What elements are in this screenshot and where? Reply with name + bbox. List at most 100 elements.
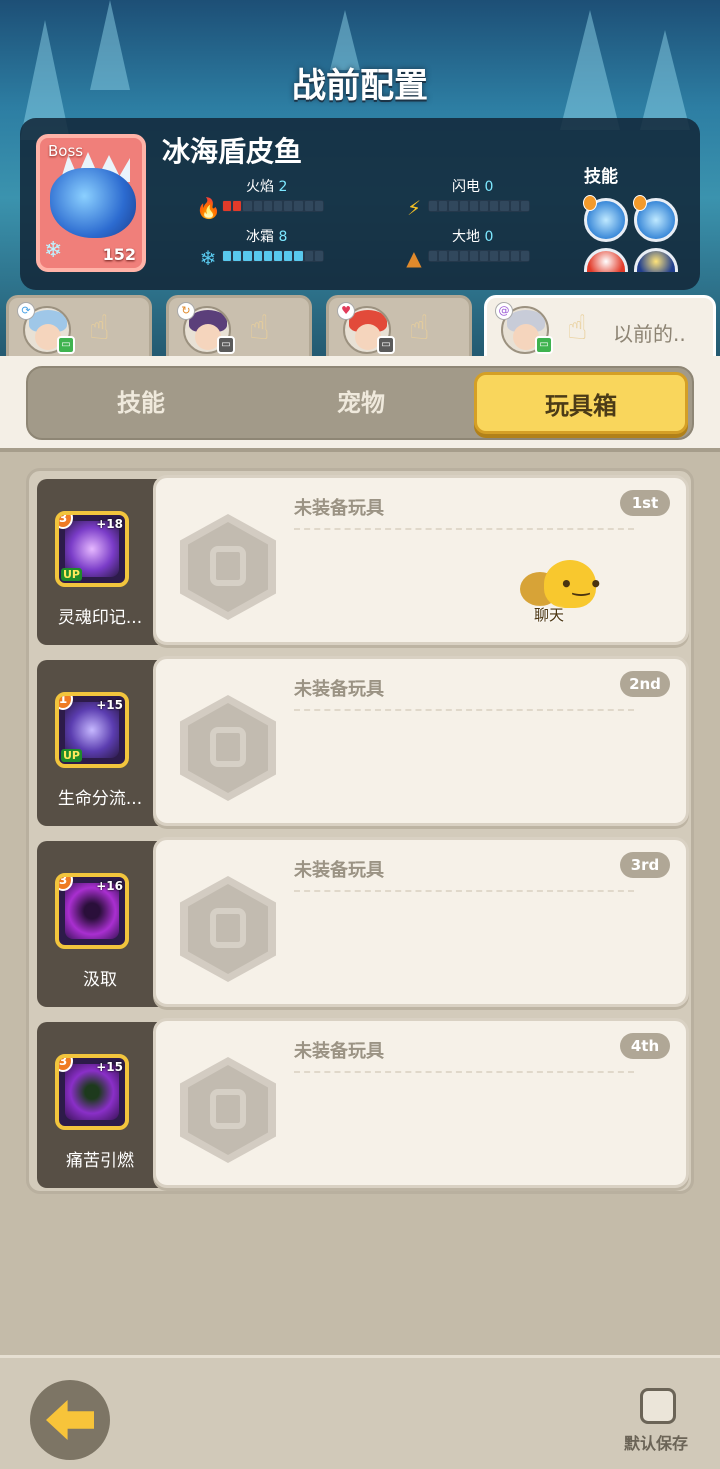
stat-bar-segment [253,251,262,261]
stat-label: 闪电 0 [452,179,494,195]
boss-skill-icon[interactable] [584,248,628,272]
chat-status-icon: ▭ [535,336,553,354]
tap-hand-icon: ☝ [409,308,430,348]
stat-label: 冰霜 8 [246,229,288,245]
earth-icon: ▲ [406,246,422,270]
boss-skill-icon[interactable] [634,248,678,272]
stat-bar-segment [490,251,499,261]
skill-bonus: +18 [96,517,123,531]
skills-label: 技能 [584,167,618,187]
stat-bar-segment [243,251,252,261]
skill-name: 生命分流... [57,789,143,809]
default-save-label: 默认保存 [624,1434,689,1453]
stat-bar-segment [500,201,509,211]
stat-bar-segment [459,201,468,211]
empty-toy-icon [180,695,276,801]
tab-pets[interactable]: 宠物 [254,372,468,434]
stat-bar-segment [274,251,283,261]
stat-bar-segment [439,201,448,211]
stat-bar-segment [253,201,262,211]
slot-rank-badge: 1st [620,490,670,516]
stat-bar-segment [500,251,509,261]
stat-bar-segment [429,201,438,211]
skill-panel: 3 +15 痛苦引燃 [37,1022,163,1188]
toy-slot[interactable]: 未装备玩具 2nd [153,656,689,826]
party-tab-2[interactable]: ↻ ▭ ☝ [166,295,312,359]
toy-slot[interactable]: 未装备玩具 4th [153,1018,689,1188]
skill-panel: 1 +15 UP 生命分流... [37,660,163,826]
stat-bar-segment [243,201,252,211]
chat-status-icon: ▭ [377,336,395,354]
slot-rank-badge: 3rd [620,852,670,878]
fire-element-icon: ↻ [177,302,195,320]
toy-slot[interactable]: 未装备玩具 1st [153,475,689,645]
skill-name: 痛苦引燃 [66,1151,134,1171]
list-item: 3 +15 痛苦引燃 未装备玩具 4th [37,1018,689,1188]
boss-name: 冰海盾皮鱼 [162,135,303,168]
stat-bar-segment [429,251,438,261]
stat-bar-segment [284,201,293,211]
chat-button[interactable]: •‿• 聊天 [520,560,602,626]
back-arrow-icon [46,1400,94,1440]
stat-bar-segment [314,201,324,211]
default-save-toggle[interactable]: 默认保存 [618,1388,708,1458]
stat-bar [428,200,530,212]
boss-portrait[interactable]: Boss ❄ 152 [36,134,146,272]
party-tab-1[interactable]: ⟳ ▭ ☝ [6,295,152,359]
boss-level: 152 [102,245,136,264]
party-tab-3[interactable]: ♥ ▭ ☝ [326,295,472,359]
segment-bar: 技能 宠物 玩具箱 [0,356,720,452]
upgrade-badge: UP [61,568,82,581]
soul-mark-skill-icon[interactable]: 3 +18 UP [55,511,129,587]
upgrade-badge: UP [61,749,82,762]
slot-rank-badge: 4th [620,1033,670,1059]
back-button[interactable] [30,1380,110,1460]
boss-creature-image [50,168,136,238]
toy-slot[interactable]: 未装备玩具 3rd [153,837,689,1007]
page-title: 战前配置 [292,66,428,106]
party-tab-4[interactable]: @ ▭ ☝ 以前的.. [484,295,716,359]
tab-toybox[interactable]: 玩具箱 [474,372,688,434]
stat-bar-segment [449,251,458,261]
pain-ignite-skill-icon[interactable]: 3 +15 [55,1054,129,1130]
stat-bar [428,250,530,262]
segmented-control: 技能 宠物 玩具箱 [26,366,694,440]
slot-rank-badge: 2nd [620,671,670,697]
tap-hand-icon: ☝ [89,308,110,348]
stat-bar-segment [263,201,273,211]
divider [294,890,634,892]
lightning-icon: ⚡ [406,196,422,220]
checkbox[interactable] [640,1388,676,1424]
stat-bar-segment [459,251,468,261]
stat-bar-segment [480,201,489,211]
boss-info-panel: Boss ❄ 152 冰海盾皮鱼 火焰 2 🔥 闪电 0 ⚡ 冰霜 8 ❄ 大地… [20,118,700,290]
stat-bar-segment [469,251,479,261]
stat-frost: 冰霜 8 ❄ [196,226,336,270]
stat-bar-segment [449,201,458,211]
snowflake-icon: ❄ [44,238,63,263]
empty-toy-icon [180,514,276,620]
stat-label: 大地 0 [452,229,494,245]
chat-status-icon: ▭ [217,336,235,354]
stat-bar [222,200,324,212]
stat-bar-segment [490,201,499,211]
divider [294,709,634,711]
bottom-bar: 默认保存 [0,1355,720,1469]
life-tap-skill-icon[interactable]: 1 +15 UP [55,692,129,768]
stat-bar-segment [274,201,283,211]
boss-skill-icon[interactable] [583,195,628,242]
stat-bar-segment [304,251,313,261]
stat-bar-segment [223,251,232,261]
drain-skill-icon[interactable]: 3 +16 [55,873,129,949]
skill-bonus: +15 [96,698,123,712]
stat-bar-segment [520,201,530,211]
stat-bar-segment [294,201,303,211]
stat-bar-segment [314,251,324,261]
tab-skills[interactable]: 技能 [34,372,248,434]
stat-fire: 火焰 2 🔥 [196,176,336,220]
stat-bar-segment [469,201,479,211]
skill-panel: 3 +16 汲取 [37,841,163,1007]
stat-bar-segment [233,251,242,261]
boss-skill-icon[interactable] [633,195,678,242]
stat-bar-segment [263,251,273,261]
